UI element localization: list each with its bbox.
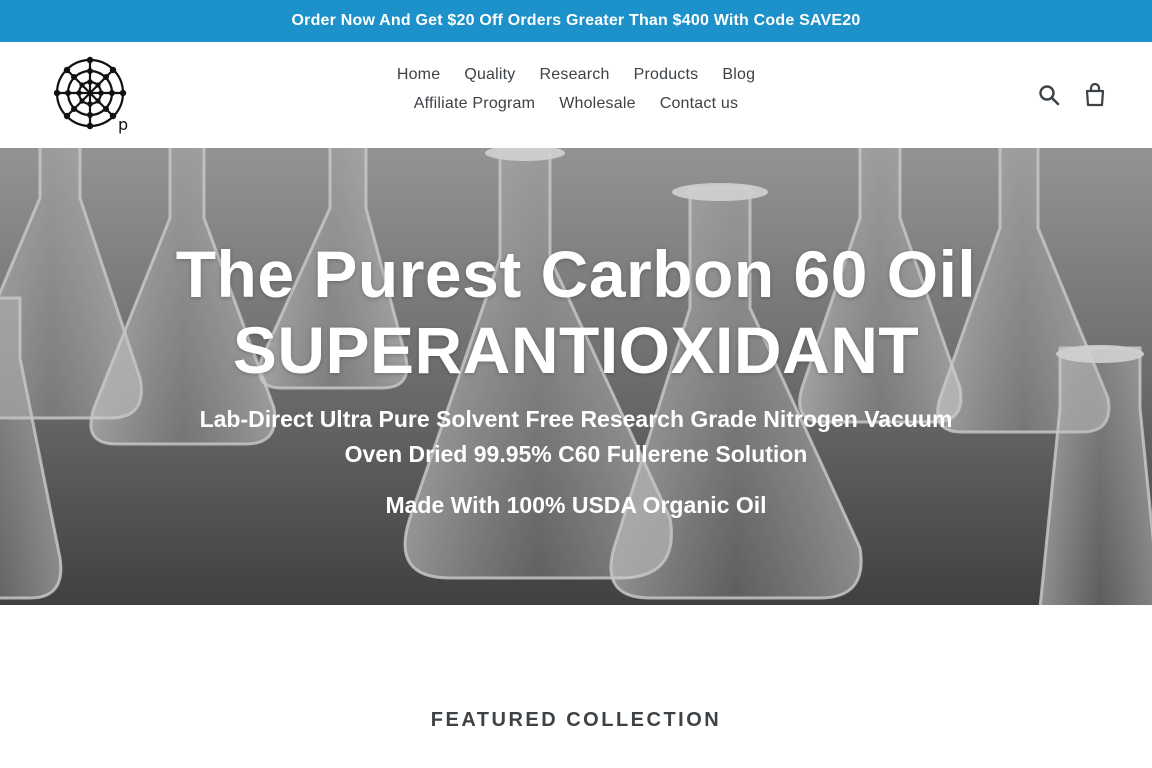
search-button[interactable]	[1036, 82, 1062, 108]
announcement-link[interactable]: Order Now And Get $20 Off Orders Greater…	[292, 12, 861, 30]
hero-title-line-2: SUPERANTIOXIDANT	[232, 313, 920, 387]
main-nav: Home Quality Research Products Blog Affi…	[300, 64, 852, 114]
fullerene-molecule-icon: p	[53, 56, 128, 134]
hero-content: The Purest Carbon 60 Oil SUPERANTIOXIDAN…	[0, 236, 1152, 520]
hero-subtitle-organic: Made With 100% USDA Organic Oil	[385, 492, 767, 518]
hero-banner: The Purest Carbon 60 Oil SUPERANTIOXIDAN…	[0, 148, 1152, 605]
nav-item-wholesale[interactable]: Wholesale	[547, 93, 648, 114]
nav-item-home[interactable]: Home	[385, 64, 452, 85]
site-logo[interactable]: p	[52, 56, 134, 134]
cart-icon	[1085, 83, 1105, 107]
hero-title: The Purest Carbon 60 Oil SUPERANTIOXIDAN…	[0, 236, 1152, 388]
logo-letter: p	[118, 115, 128, 134]
hero-subtitle: Lab-Direct Ultra Pure Solvent Free Resea…	[199, 406, 953, 467]
nav-item-blog[interactable]: Blog	[710, 64, 767, 85]
featured-collection-heading: FEATURED COLLECTION	[430, 709, 722, 731]
site-header: p Home Quality Research Products Blog Af…	[0, 42, 1152, 148]
nav-row-2: Affiliate Program Wholesale Contact us	[300, 93, 852, 114]
nav-item-affiliate-program[interactable]: Affiliate Program	[402, 93, 547, 114]
cart-button[interactable]	[1082, 82, 1108, 108]
nav-item-quality[interactable]: Quality	[452, 64, 527, 85]
search-icon	[1039, 85, 1060, 106]
hero-title-line-1: The Purest Carbon 60 Oil	[175, 237, 977, 311]
nav-row-1: Home Quality Research Products Blog	[300, 64, 852, 85]
nav-item-research[interactable]: Research	[528, 64, 622, 85]
nav-item-contact-us[interactable]: Contact us	[648, 93, 750, 114]
announcement-bar: Order Now And Get $20 Off Orders Greater…	[0, 0, 1152, 42]
header-icons	[1036, 82, 1108, 108]
nav-item-products[interactable]: Products	[622, 64, 711, 85]
